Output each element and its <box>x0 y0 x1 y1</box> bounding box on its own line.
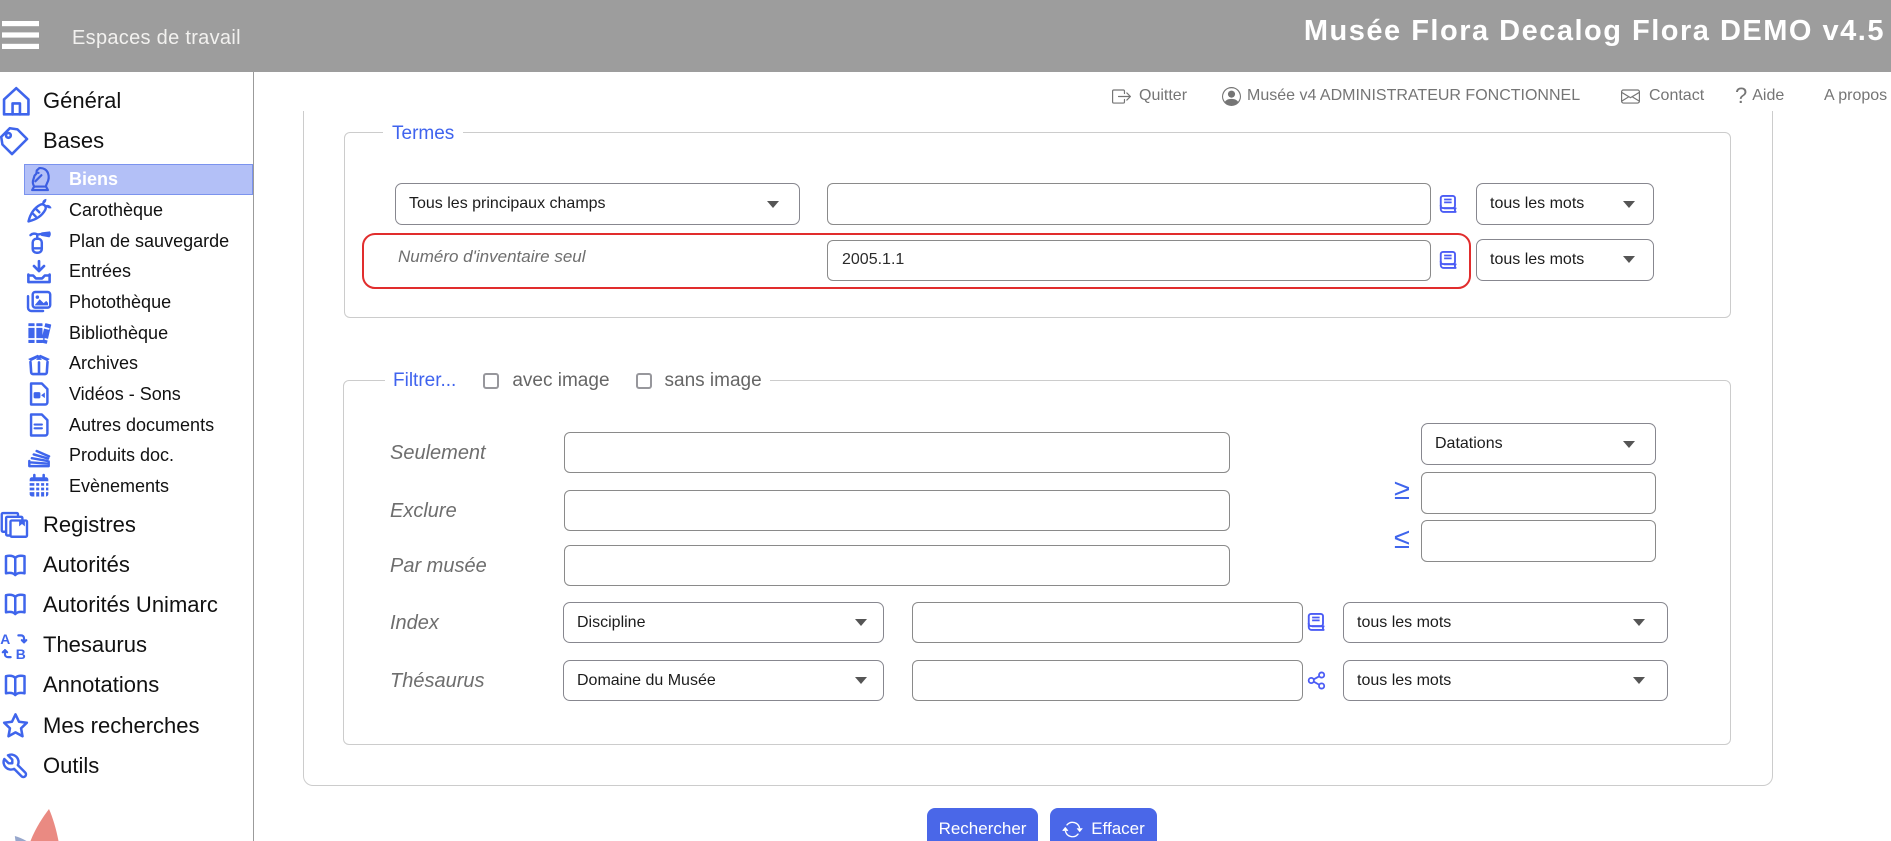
svg-text:A: A <box>0 631 10 647</box>
svg-text:B: B <box>16 646 26 660</box>
